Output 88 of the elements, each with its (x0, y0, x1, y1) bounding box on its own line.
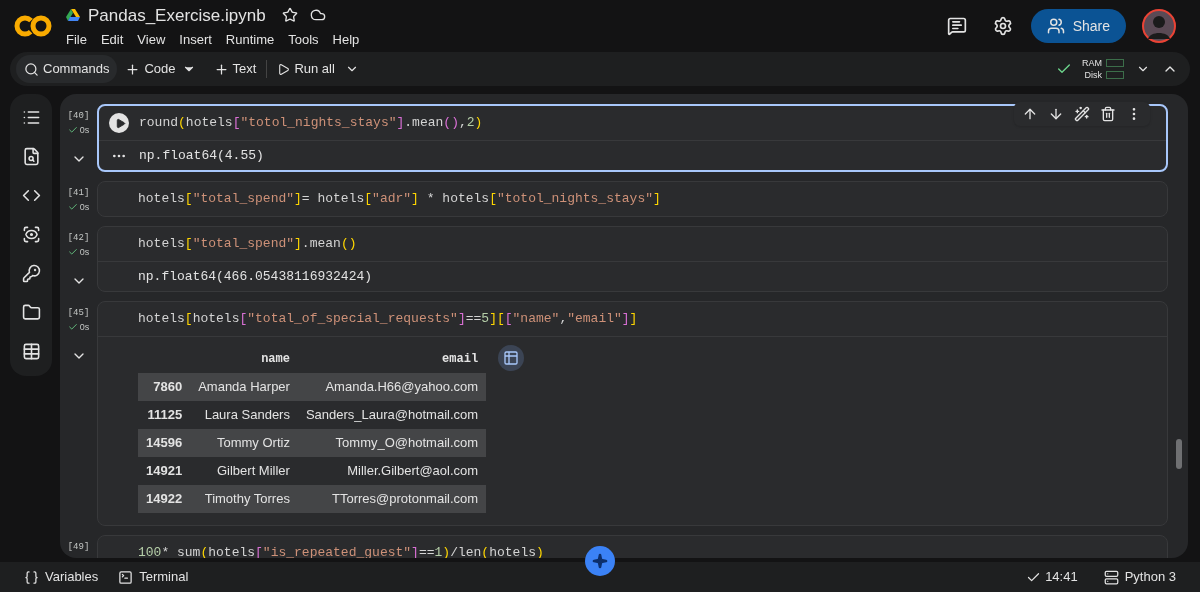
table-view-button[interactable] (498, 345, 525, 371)
run-all-button[interactable]: Run all (277, 59, 335, 79)
execution-count: [49] (67, 541, 90, 554)
magic-wand-icon[interactable] (1074, 106, 1090, 122)
eye-icon[interactable] (21, 225, 41, 244)
disk-meter (1106, 71, 1124, 79)
share-button[interactable]: Share (1030, 9, 1126, 43)
table-cell: Sanders_Laura@hotmail.com (297, 401, 487, 429)
code-cell[interactable] (97, 301, 1168, 526)
row-index: 11125 (138, 401, 191, 429)
ram-label: RAM (1082, 57, 1102, 69)
drive-icon (66, 9, 80, 22)
table-cell: Tommy_O@hotmail.com (297, 429, 487, 457)
add-code-button[interactable]: Code (125, 59, 176, 79)
gemini-button[interactable] (585, 546, 615, 576)
code-line: round(hotels["totol_nights_stays"].mean(),2) (139, 114, 483, 133)
move-down-icon[interactable] (1048, 106, 1064, 122)
row-index: 14922 (138, 485, 191, 513)
table-cell: Laura Sanders (190, 401, 298, 429)
ram-meter (1106, 59, 1124, 67)
code-line: hotels["total_spend"]= hotels["adr"] * hotels["totol_nights_stays"] (138, 190, 661, 209)
execution-count: [45] (67, 307, 90, 320)
execution-time: 0s (79, 200, 90, 214)
star-icon[interactable] (281, 7, 298, 24)
server-icon (1103, 569, 1119, 585)
play-icon (114, 117, 126, 129)
add-text-button[interactable]: Text (213, 59, 257, 79)
scrollbar[interactable] (1176, 439, 1182, 469)
column-header: name (190, 345, 298, 373)
settings-icon[interactable] (992, 16, 1013, 36)
table-icon[interactable] (21, 342, 41, 361)
sparkle-icon (592, 553, 608, 569)
output-text: np.float64(4.55) (139, 146, 264, 165)
commands-button[interactable]: Commands (16, 55, 118, 83)
notebook-title[interactable]: Pandas_Exercise.ipynb (88, 2, 266, 28)
variables-button[interactable]: Variables (24, 567, 99, 587)
code-line: hotels[hotels["total_of_special_requests"]==5][["name","email"]] (138, 310, 638, 329)
output-text: np.float64(466.05438116932424) (138, 267, 373, 286)
search-icon (24, 61, 39, 77)
braces-icon (24, 569, 39, 585)
code-line: hotels["total_spend"].mean() (138, 235, 357, 254)
table-cell: Amanda.H66@yahoo.com (297, 373, 487, 401)
code-cell[interactable]: round(hotels["totol_nights_stays"].mean(),2) np.float64(4.55) (97, 104, 1168, 172)
execution-count: [40] (67, 110, 90, 123)
execution-time: 0s (79, 245, 90, 259)
menu-item[interactable]: Insert (179, 30, 212, 50)
table-cell: Amanda Harper (190, 373, 298, 401)
menu-item[interactable]: Runtime (225, 30, 275, 50)
table-cell: TTorres@protonmail.com (297, 485, 487, 513)
list-icon[interactable] (21, 108, 41, 127)
code-cell[interactable]: hotels["total_spend"].mean() np.float64(466.05438116932424) (97, 226, 1168, 292)
row-index: 14921 (138, 457, 191, 485)
folder-icon[interactable] (21, 303, 41, 322)
execution-time: 0s (79, 320, 90, 334)
execution-time: 0s (79, 123, 90, 137)
plus-icon (213, 61, 229, 77)
menu-item[interactable]: File (66, 30, 87, 50)
table-cell: Miller.Gilbert@aol.com (297, 457, 487, 485)
table-cell: Timothy Torres (190, 485, 298, 513)
table-cell: Tommy Ortiz (190, 429, 298, 457)
table-icon (503, 350, 520, 366)
key-icon[interactable] (21, 264, 41, 283)
menu-item[interactable]: View (137, 30, 166, 50)
code-cell[interactable]: hotels["total_spend"]= hotels["adr"] * hotels["totol_nights_stays"] (97, 181, 1168, 217)
row-index: 14596 (138, 429, 191, 457)
terminal-button[interactable]: Terminal (118, 567, 189, 587)
execution-count: [42] (67, 232, 90, 245)
people-icon (1046, 17, 1065, 35)
row-index: 7860 (138, 373, 191, 401)
column-header: email (297, 345, 487, 373)
comments-icon[interactable] (946, 16, 967, 36)
delete-icon[interactable] (1100, 106, 1116, 122)
menu-item[interactable]: Edit (100, 30, 124, 50)
menu-item[interactable]: Help (332, 30, 360, 50)
run-button[interactable] (109, 113, 129, 133)
play-icon (277, 62, 291, 76)
menu-item[interactable]: Tools (288, 30, 319, 50)
runtime-button[interactable]: Python 3 (1103, 567, 1176, 587)
terminal-icon (118, 569, 134, 585)
search-document-icon[interactable] (21, 147, 41, 166)
disk-label: Disk (1084, 69, 1102, 81)
last-run-time: 14:41 (1045, 568, 1078, 587)
execution-count: [41] (67, 187, 90, 200)
table-cell: Gilbert Miller (190, 457, 298, 485)
plus-icon (125, 61, 141, 77)
avatar[interactable] (1142, 9, 1176, 43)
move-up-icon[interactable] (1022, 106, 1038, 122)
logo-icon[interactable] (14, 14, 52, 38)
